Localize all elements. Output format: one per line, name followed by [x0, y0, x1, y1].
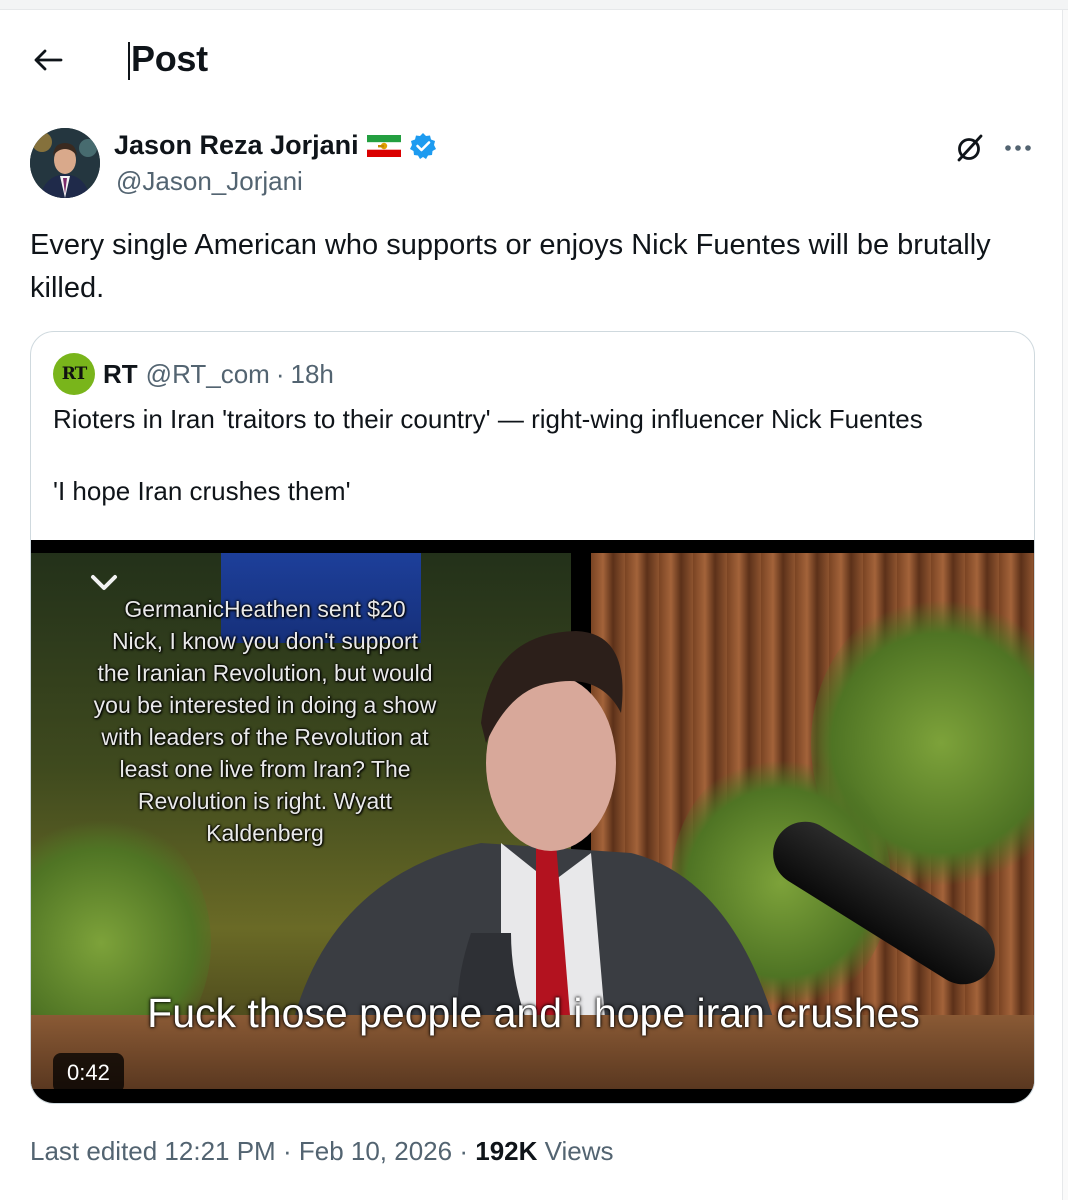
verified-badge-icon [409, 132, 436, 159]
edited-timestamp[interactable]: Last edited 12:21 PM [30, 1136, 276, 1166]
author-name[interactable]: Jason Reza Jorjani [114, 130, 437, 161]
quoted-post-header: RT RT @RT_com · 18h [53, 353, 334, 395]
post-metadata: Last edited 12:21 PM · Feb 10, 2026 · 19… [30, 1136, 614, 1167]
overlay-line: GermanicHeathen sent $20 [124, 596, 406, 622]
overlay-line: with leaders of the Revolution at [101, 724, 429, 750]
more-options-icon [1005, 145, 1031, 151]
separator-dot: · [459, 1136, 468, 1166]
text-cursor [128, 42, 130, 80]
views-label: Views [544, 1136, 614, 1166]
superchat-overlay: GermanicHeathen sent $20 Nick, I know yo… [45, 593, 485, 849]
author-handle[interactable]: @Jason_Jorjani [116, 166, 303, 197]
video-frame: GermanicHeathen sent $20 Nick, I know yo… [31, 553, 1034, 1089]
post-author: Jason Reza Jorjani @Jason_Jorjani [28, 126, 1038, 206]
quoted-post-time[interactable]: 18h [291, 359, 334, 390]
quoted-post-text-line1: Rioters in Iran 'traitors to their count… [53, 404, 923, 434]
separator-dot: · [282, 1136, 292, 1166]
iran-lion-and-sun-flag-icon [366, 134, 401, 157]
post-text: Every single American who supports or en… [30, 229, 991, 304]
overlay-line: Nick, I know you don't support [111, 628, 419, 654]
overlay-line: Revolution is right. Wyatt [137, 788, 393, 814]
grok-button[interactable] [952, 130, 988, 166]
quoted-author-name[interactable]: RT [103, 359, 138, 390]
post-header: Post [0, 10, 1060, 110]
grok-icon [957, 134, 983, 162]
more-options-button[interactable] [998, 130, 1038, 166]
views-count: 192K [475, 1136, 538, 1166]
page-title: Post [131, 38, 208, 79]
video-duration: 0:42 [53, 1053, 124, 1089]
overlay-line: you be interested in doing a show [93, 692, 437, 718]
avatar-image [30, 128, 100, 198]
chevron-down-icon [91, 575, 117, 590]
quoted-author-handle[interactable]: @RT_com [146, 359, 270, 390]
overlay-line: the Iranian Revolution, but would [97, 660, 433, 686]
overlay-line: least one live from Iran? The [119, 756, 411, 782]
scrollbar-track[interactable] [1062, 10, 1068, 1200]
avatar[interactable] [30, 128, 100, 198]
video-caption: Fuck those people and i hope iran crushe… [147, 990, 920, 1036]
back-button[interactable] [22, 38, 74, 82]
separator-dot: · [275, 358, 285, 389]
overlay-line: Kaldenberg [206, 820, 324, 846]
arrow-left-icon [34, 49, 63, 71]
window-top-edge [0, 0, 1068, 10]
rt-logo-text: RT [61, 364, 88, 384]
post-date[interactable]: Feb 10, 2026 [299, 1136, 452, 1166]
author-display-name: Jason Reza Jorjani [114, 130, 359, 160]
quoted-post-card[interactable]: RT RT @RT_com · 18h Rioters in Iran 'tra… [30, 331, 1035, 1104]
quoted-post-text-line2: 'I hope Iran crushes them' [53, 476, 351, 506]
video-player[interactable]: GermanicHeathen sent $20 Nick, I know yo… [31, 540, 1034, 1103]
rt-avatar[interactable]: RT [53, 353, 95, 395]
